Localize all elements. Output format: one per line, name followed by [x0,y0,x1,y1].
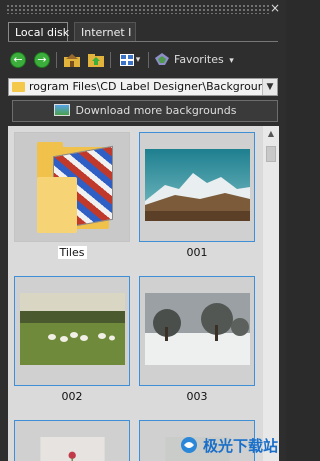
chevron-down-icon: ▾ [229,56,234,66]
thumbnail-item[interactable]: 003 [139,276,255,406]
grid-view-icon [119,54,134,66]
thumbnail-grid: Tiles 001 002 003 [8,126,263,461]
mountain-image [145,149,250,221]
tab-local-disk[interactable]: Local disk [8,22,69,42]
thumbnail-label: 003 [139,390,255,403]
forward-button[interactable]: → [32,50,52,70]
snow-trees-image [145,293,250,365]
thumbnail-name: Tiles [57,246,87,259]
tab-divider [8,41,278,42]
folder-front [37,177,77,233]
home-folder-button[interactable] [62,50,82,70]
thumbnail-item[interactable]: 002 [14,276,130,406]
thumbnail-name: 001 [186,246,208,259]
arrow-right-icon: → [34,52,50,68]
drag-grip[interactable] [6,4,270,14]
view-mode-button[interactable]: ▾ [116,50,144,70]
path-input[interactable]: rogram Files\CD Label Designer\Backgroun… [29,79,263,95]
thumbnail-name: 002 [61,390,83,403]
watermark-text: 极光下载站 [202,437,278,455]
toolbar-separator [56,52,57,68]
thumbnail-label: Tiles [14,246,130,259]
home-folder-icon [64,54,80,67]
download-button-label: Download more backgrounds [75,104,237,117]
thumbnail-label: 001 [139,246,255,259]
thumbnail-frame [14,420,130,461]
thumbnail-frame [139,132,255,242]
panel-titlebar[interactable]: × [0,0,286,18]
watermark-logo: 极光下载站 [180,435,278,455]
back-button[interactable]: ← [8,50,28,70]
favorites-label: Favorites [174,53,224,66]
favorites-button[interactable]: Favorites ▾ [154,50,234,70]
folder-icon [12,82,25,92]
landscape-image-icon [53,104,70,116]
thumbnail-item[interactable] [14,420,130,461]
path-dropdown-button[interactable]: ▼ [262,79,277,95]
backgrounds-panel: × Local disk Internet I ← → ▾ Favorites … [0,0,286,461]
folder-up-icon [88,54,104,67]
folder-up-button[interactable] [86,50,106,70]
tab-internet[interactable]: Internet I [74,22,136,42]
download-more-backgrounds-button[interactable]: Download more backgrounds [12,100,278,122]
path-combobox[interactable]: rogram Files\CD Label Designer\Backgroun… [8,78,278,96]
thumbnail-frame [14,276,130,386]
close-icon[interactable]: × [270,1,280,15]
flower-image [40,437,105,461]
thumbnail-frame [139,276,255,386]
scrollbar-thumb[interactable] [266,146,276,162]
toolbar: ← → ▾ Favorites ▾ [8,48,278,72]
toolbar-separator [110,52,111,68]
thumbnail-name: 003 [186,390,208,403]
thumbnail-frame [14,132,130,242]
vertical-scrollbar[interactable]: ▲ [263,126,279,461]
thumbnail-label: 002 [14,390,130,403]
watermark-icon [180,437,197,453]
chevron-down-icon: ▾ [135,55,141,65]
arrow-left-icon: ← [10,52,26,68]
sheep-field-image [20,293,125,365]
toolbar-separator [148,52,149,68]
thumbnail-item[interactable]: Tiles [14,132,130,262]
favorites-icon [155,53,169,65]
scroll-up-icon[interactable]: ▲ [263,126,279,142]
thumbnail-item[interactable]: 001 [139,132,255,262]
